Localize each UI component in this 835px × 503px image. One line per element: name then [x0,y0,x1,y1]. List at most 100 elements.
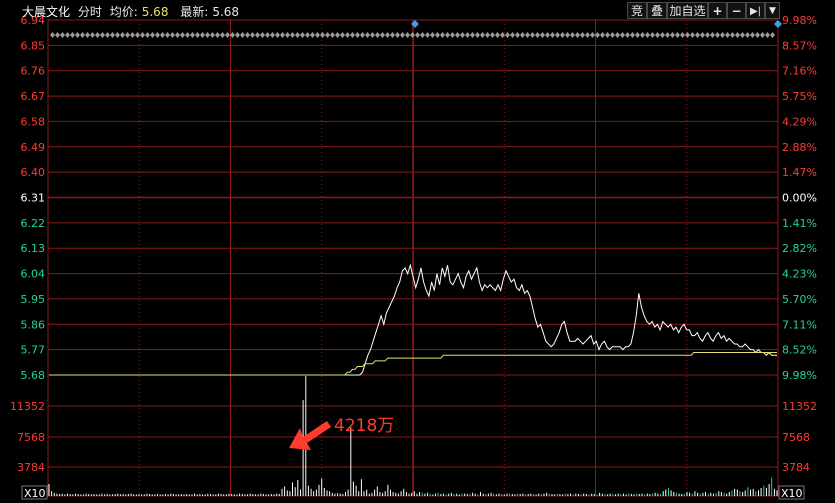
auction-marker [360,32,365,38]
auction-marker [610,32,615,38]
volume-tick-label: 3784 [17,461,45,474]
title-group: 大晨文化 分时 均价: 5.68 最新: 5.68 [22,3,243,20]
menu-dropdown-button[interactable]: ▼ [765,2,780,19]
auction-marker [115,32,120,38]
auction-marker [145,32,150,38]
auction-marker [325,32,330,38]
auction-marker [265,32,270,38]
auction-marker [455,32,460,38]
auction-marker [680,32,685,38]
price-tick-label: 6.49 [21,141,46,154]
change-tick-label: 0.00% [782,192,817,205]
auction-marker [770,32,775,38]
price-tick-label: 5.68 [21,369,46,382]
auction-marker [660,32,665,38]
time-marker-icon [774,20,782,28]
chart-grid [47,19,779,497]
auction-marker [185,32,190,38]
auction-marker [735,32,740,38]
price-tick-label: 6.31 [21,192,46,205]
avg-label: 均价: [109,5,138,19]
intraday-chart[interactable]: 6.946.856.766.676.586.496.406.316.226.13… [0,0,835,503]
volume-tick-label: 7568 [17,431,45,444]
auction-marker [305,32,310,38]
auction-marker [510,32,515,38]
auction-marker [55,32,60,38]
auction-marker [705,32,710,38]
auction-marker [755,32,760,38]
auction-marker [590,32,595,38]
change-tick-label: 5.70% [782,293,817,306]
auction-marker [240,32,245,38]
auction-marker [315,32,320,38]
auction-marker [485,32,490,38]
auction-marker [385,32,390,38]
price-tick-label: 6.40 [21,166,46,179]
stock-name: 大晨文化 [22,5,71,19]
auction-marker [745,32,750,38]
add-watchlist-button[interactable]: 加自选 [667,2,708,19]
auction-marker [195,32,200,38]
auction-marker [225,32,230,38]
auction-marker [390,32,395,38]
zoom-in-button[interactable]: + [708,2,727,19]
auction-marker [245,32,250,38]
auction-marker [310,32,315,38]
change-tick-label: 7.11% [782,318,817,331]
auction-marker [585,32,590,38]
auction-marker [560,32,565,38]
last-label: 最新: [180,5,209,19]
auction-marker [255,32,260,38]
price-tick-label: 6.22 [21,217,46,230]
auction-marker [505,32,510,38]
auction-marker [395,32,400,38]
auction-marker [295,32,300,38]
auction-marker [710,32,715,38]
auction-marker [530,32,535,38]
price-tick-label: 5.77 [21,344,46,357]
auction-marker [525,32,530,38]
overlay-button[interactable]: 叠 [647,2,667,19]
auction-marker [740,32,745,38]
auction-marker [190,32,195,38]
auction-marker [460,32,465,38]
zoom-out-button[interactable]: − [727,2,746,19]
mode-label: 分时 [77,5,102,19]
price-axis-left: 6.946.856.766.676.586.496.406.316.226.13… [10,14,48,500]
change-tick-label: 5.75% [782,90,817,103]
auction-marker [355,32,360,38]
auction-marker [470,32,475,38]
auction-marker [220,32,225,38]
auction-marker [140,32,145,38]
auction-marker [75,32,80,38]
auction-marker [430,32,435,38]
auction-marker [650,32,655,38]
auction-marker [300,32,305,38]
jump-end-button[interactable]: ▶| [746,2,765,19]
volume-tick-label: 7568 [782,431,810,444]
auction-marker [630,32,635,38]
price-tick-label: 6.13 [21,242,46,255]
auction-marker [365,32,370,38]
auction-marker [330,32,335,38]
auction-marker [535,32,540,38]
auction-marker [690,32,695,38]
change-tick-label: 1.41% [782,217,817,230]
auction-marker [275,32,280,38]
change-tick-label: 2.82% [782,242,817,255]
auction-marker [60,32,65,38]
volume-scale-right: X10 [781,487,803,500]
volume-tick-label: 11352 [10,400,45,413]
change-tick-label: 9.98% [782,369,817,382]
auction-marker [450,32,455,38]
price-tick-label: 6.58 [21,115,46,128]
auction-marker [165,32,170,38]
price-tick-label: 6.67 [21,90,46,103]
bid-button[interactable]: 竞 [627,2,647,19]
auction-marker [380,32,385,38]
auction-marker [200,32,205,38]
auction-marker [280,32,285,38]
auction-marker [180,32,185,38]
auction-marker [475,32,480,38]
auction-marker [320,32,325,38]
